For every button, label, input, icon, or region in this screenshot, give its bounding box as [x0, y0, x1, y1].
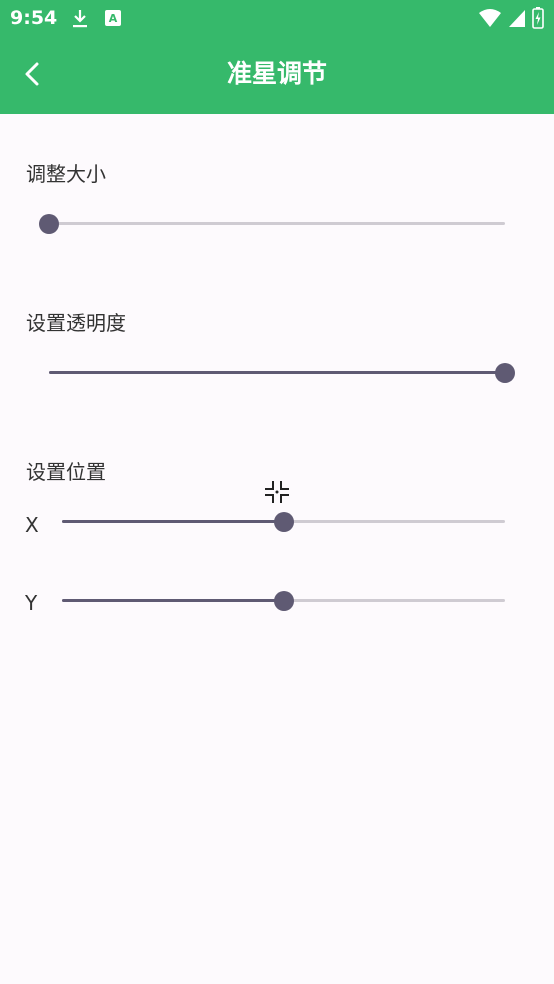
svg-text:A: A [109, 12, 118, 25]
size-section-label: 调整大小 [26, 162, 106, 186]
x-slider-fill [62, 520, 284, 523]
x-position-slider[interactable] [62, 510, 505, 534]
opacity-section-label: 设置透明度 [26, 311, 126, 335]
status-icons [478, 6, 544, 30]
app-bar: 9:54 A 准星调节 [0, 0, 554, 114]
y-position-slider[interactable] [62, 589, 505, 613]
opacity-slider[interactable] [49, 361, 515, 385]
signal-icon [509, 10, 525, 27]
text-a-icon: A [105, 10, 121, 26]
y-slider-fill [62, 599, 284, 602]
status-time: 9:54 [10, 7, 58, 29]
size-slider[interactable] [39, 212, 505, 236]
page-title: 准星调节 [226, 59, 327, 88]
status-bar: 9:54 A [0, 0, 554, 38]
y-slider-thumb[interactable] [273, 591, 294, 611]
wifi-icon [479, 9, 501, 27]
opacity-slider-thumb[interactable] [495, 363, 515, 383]
download-icon [73, 10, 87, 28]
position-section-label: 设置位置 [26, 460, 106, 484]
opacity-slider-fill [49, 371, 505, 374]
y-axis-label: Y [25, 591, 38, 615]
size-slider-track [49, 222, 505, 225]
x-slider-thumb[interactable] [273, 512, 294, 532]
battery-icon [532, 7, 544, 29]
size-slider-thumb[interactable] [39, 214, 59, 234]
x-axis-label: X [25, 513, 39, 537]
crosshair-icon [265, 481, 289, 503]
